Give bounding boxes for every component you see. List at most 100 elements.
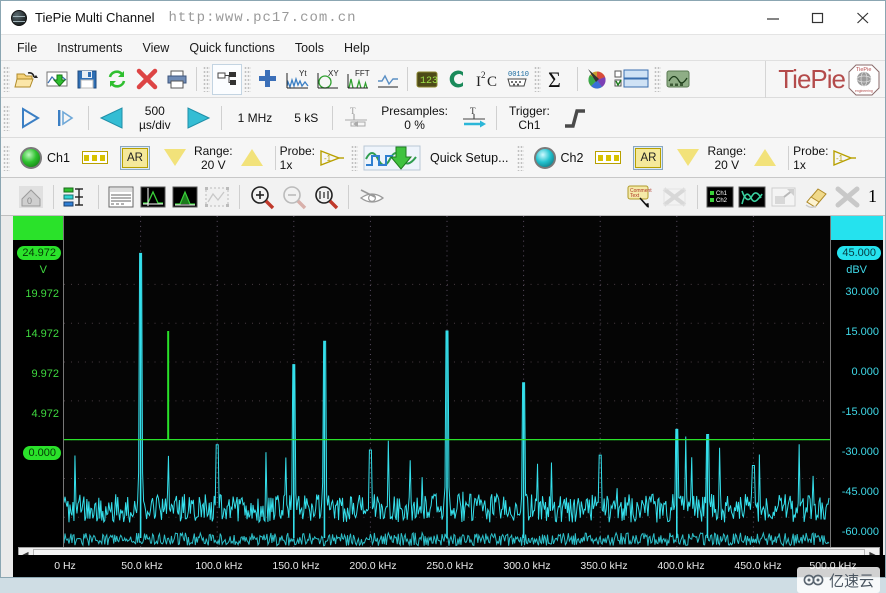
legend-table-button[interactable] xyxy=(106,183,136,211)
sample-rate-display[interactable]: 1 MHz xyxy=(226,111,285,125)
record-length-display[interactable]: 5 kS xyxy=(284,111,328,125)
open-file-button[interactable] xyxy=(12,64,42,95)
channel-led-ch2-icon[interactable] xyxy=(534,147,556,169)
axis-levels-button[interactable] xyxy=(61,183,91,211)
timebase-decrease-button[interactable] xyxy=(93,102,131,133)
ch-toolbar-grip[interactable] xyxy=(3,145,10,171)
delete-button[interactable] xyxy=(132,64,162,95)
graph-xy-button[interactable]: XY xyxy=(313,64,343,95)
counter-button[interactable] xyxy=(442,64,472,95)
probe-gain-icon: -1 xyxy=(318,148,346,168)
save-button[interactable] xyxy=(72,64,102,95)
autorange-ch1-button[interactable]: AR xyxy=(120,146,150,170)
channel-list-button[interactable]: Ch1 Ch2 xyxy=(705,183,735,211)
autorange-ch2-button[interactable]: AR xyxy=(633,146,663,170)
single-shot-button[interactable] xyxy=(48,102,84,133)
import-data-button[interactable] xyxy=(42,64,72,95)
quick-setup-button[interactable] xyxy=(360,142,426,173)
graph-frame-icon xyxy=(204,185,230,209)
play-button[interactable] xyxy=(12,102,48,133)
maximize-button[interactable] xyxy=(795,1,840,34)
minimize-button[interactable] xyxy=(750,1,795,34)
ch-toolbar-grip-3[interactable] xyxy=(517,145,524,171)
sigma-button[interactable]: Σ xyxy=(543,64,573,95)
probe-gain-ch2-button[interactable]: -1 xyxy=(829,142,859,173)
refresh-button[interactable] xyxy=(102,64,132,95)
comment-text-button[interactable]: Comment Text xyxy=(624,183,658,211)
spectrum-plot-svg[interactable] xyxy=(64,216,830,563)
color-wheel-button[interactable] xyxy=(582,64,612,95)
probe-ch2-display[interactable]: Probe: 1x xyxy=(793,144,828,172)
toolbar-grip-2[interactable] xyxy=(203,66,210,92)
range-ch1-display[interactable]: Range: 20 V xyxy=(194,144,233,172)
close-button[interactable] xyxy=(840,1,885,34)
menu-tools[interactable]: Tools xyxy=(285,38,334,58)
ch-toolbar-grip-2[interactable] xyxy=(351,145,358,171)
eraser-button[interactable] xyxy=(801,183,831,211)
svg-text:Text: Text xyxy=(630,193,640,199)
zoom-out-button[interactable] xyxy=(279,183,309,211)
i2c-icon: I 2 C xyxy=(474,68,500,90)
spectrum-plot[interactable] xyxy=(63,216,831,563)
graph-scope-button[interactable] xyxy=(373,64,403,95)
zoom-fit-button[interactable] xyxy=(311,183,341,211)
home-zero-button[interactable]: 0 xyxy=(16,183,46,211)
range-decrease-ch2-icon[interactable] xyxy=(677,149,699,166)
serial-button[interactable]: 00110 xyxy=(502,64,532,95)
trigger-display[interactable]: Trigger: Ch1 xyxy=(501,104,558,132)
menu-instruments[interactable]: Instruments xyxy=(47,38,132,58)
coupling-dc-ch2-icon[interactable] xyxy=(595,151,621,164)
signal-shape-button[interactable] xyxy=(737,183,767,211)
range-increase-ch1-icon[interactable] xyxy=(241,149,263,166)
range-decrease-ch1-icon[interactable] xyxy=(164,149,186,166)
graph-fft-button[interactable]: FFT xyxy=(343,64,373,95)
menu-help[interactable]: Help xyxy=(334,38,380,58)
range-ch2-display[interactable]: Range: 20 V xyxy=(707,144,746,172)
i2c-button[interactable]: I 2 C xyxy=(472,64,502,95)
meter-123-button[interactable]: 123 xyxy=(412,64,442,95)
presamples-display[interactable]: Presamples: 0 % xyxy=(373,104,456,132)
menu-view[interactable]: View xyxy=(132,38,179,58)
probe-ch1-display[interactable]: Probe: 1x xyxy=(280,144,315,172)
hide-eye-button[interactable] xyxy=(356,183,390,211)
graph-peak-button[interactable] xyxy=(138,183,168,211)
timebase-display[interactable]: 500 µs/div xyxy=(131,104,179,132)
channel-led-ch1-icon[interactable] xyxy=(20,147,42,169)
instrument-button[interactable] xyxy=(663,64,693,95)
toolbar-options-button[interactable] xyxy=(612,64,652,95)
autorange-ch2-label: AR xyxy=(635,148,661,168)
graph-fill-button[interactable] xyxy=(170,183,200,211)
cross-measure-button[interactable] xyxy=(660,183,690,211)
open-file-icon xyxy=(15,68,39,90)
acq-toolbar-grip[interactable] xyxy=(3,105,10,131)
menu-quick-functions[interactable]: Quick functions xyxy=(179,38,284,58)
graph-yt-button[interactable]: Yt xyxy=(283,64,313,95)
presamples-icon-button[interactable]: T xyxy=(337,102,373,133)
add-button[interactable] xyxy=(253,64,283,95)
close-graph-button[interactable] xyxy=(833,183,863,211)
toolbar-grip-5[interactable] xyxy=(654,66,661,92)
object-tree-button[interactable] xyxy=(212,64,242,95)
trigger-position-button[interactable]: T xyxy=(456,102,492,133)
export-icon xyxy=(770,185,798,209)
toolbar-grip[interactable] xyxy=(3,66,10,92)
presamples-title: Presamples: xyxy=(381,104,448,118)
graph-frame-button[interactable] xyxy=(202,183,232,211)
menu-file[interactable]: File xyxy=(7,38,47,58)
right-axis: 45.000 dBV 30.000 15.000 0.000 -15.000 -… xyxy=(831,216,883,563)
toolbar-grip-4[interactable] xyxy=(534,66,541,92)
range-increase-ch2-icon[interactable] xyxy=(754,149,776,166)
svg-text:T: T xyxy=(350,106,356,116)
probe-gain-ch1-button[interactable]: -1 xyxy=(315,142,349,173)
export-button[interactable] xyxy=(769,183,799,211)
trigger-slope-button[interactable] xyxy=(558,102,592,133)
timebase-increase-button[interactable] xyxy=(179,102,217,133)
instrument-icon xyxy=(665,68,691,90)
toolbar-grip-3[interactable] xyxy=(244,66,251,92)
zoom-in-button[interactable] xyxy=(247,183,277,211)
toolbar-options-icon xyxy=(614,68,650,90)
print-button[interactable] xyxy=(162,64,192,95)
coupling-dc-ch1-icon[interactable] xyxy=(82,151,108,164)
left-axis-handle[interactable] xyxy=(13,216,63,240)
right-axis-handle[interactable] xyxy=(831,216,883,240)
